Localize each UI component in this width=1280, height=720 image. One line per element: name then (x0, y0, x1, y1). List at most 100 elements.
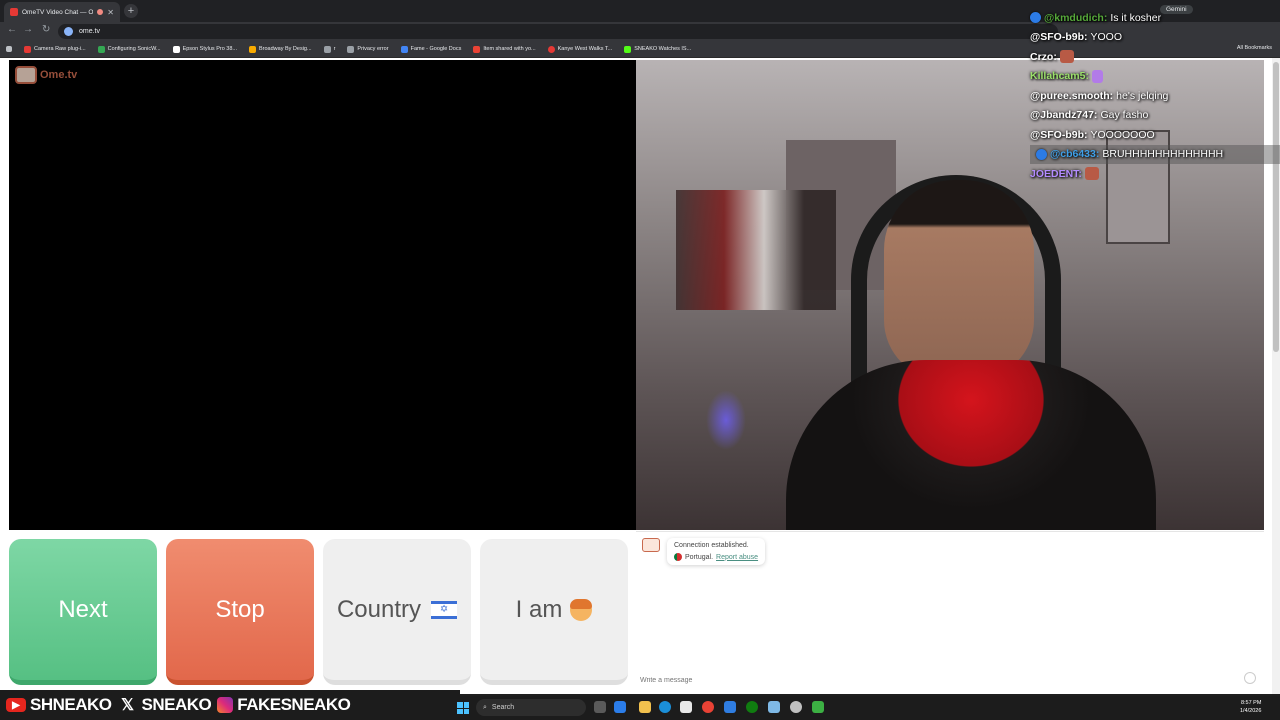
portugal-flag-icon (674, 553, 682, 561)
copilot-icon[interactable] (614, 701, 626, 713)
chat-text: BRUHHHHHHHHHHHHH (1102, 148, 1224, 161)
chat-message: @puree.smooth: he's jelqing (1030, 86, 1280, 106)
bookmark-item[interactable]: Kanye West Walks T... (547, 45, 612, 53)
tab-title: OmeTV Video Chat — Ome (22, 8, 94, 16)
person-torso (786, 360, 1156, 530)
bookmark-item[interactable]: Fame - Google Docs (400, 45, 461, 53)
gender-button[interactable]: I am (480, 539, 628, 685)
message-input[interactable] (638, 672, 1242, 688)
next-button[interactable]: Next (9, 539, 157, 685)
ometv-logo[interactable]: Ome.tv (15, 66, 77, 84)
reload-icon[interactable]: ↻ (42, 24, 50, 35)
blue-light (706, 390, 746, 450)
connection-notice: Connection established. Portugal. Report… (667, 538, 766, 565)
back-icon[interactable]: ← (7, 24, 17, 35)
new-tab-button[interactable]: + (124, 4, 138, 18)
taskbar-search[interactable]: ⌕ Search (476, 699, 586, 716)
chat-username: Killahcam5: (1030, 70, 1089, 83)
chat-message: @Jbandz747: Gay fasho (1030, 106, 1280, 126)
chat-message: Killahcam5: (1030, 67, 1280, 87)
bookmark-item[interactable]: Camera Raw plug-i... (24, 45, 86, 53)
stream-chat-overlay: @kmdudich: Is it kosher @SFO-b9b: YOOO Crzo:… (1030, 8, 1280, 184)
bookmark-item[interactable]: Item shared with yo... (473, 45, 536, 53)
xbox-icon[interactable] (746, 701, 758, 713)
bookmark-item[interactable]: Broadway By Desig... (248, 45, 312, 53)
chat-emote-icon (1091, 69, 1103, 83)
chat-username: @cb6433: (1050, 148, 1100, 161)
apps-icon[interactable] (6, 46, 12, 52)
app-icon[interactable] (724, 701, 736, 713)
tv-logo-icon (15, 66, 37, 84)
site-info-icon[interactable] (64, 27, 73, 36)
windows-start-icon[interactable] (457, 702, 469, 714)
bookmark-item[interactable]: SNEAKO Watches IS... (624, 45, 691, 53)
iam-label: I am (515, 595, 563, 623)
chat-username: @kmdudich: (1044, 11, 1108, 24)
bookmark-item[interactable]: Configuring SonicW... (97, 45, 161, 53)
task-view-icon[interactable] (594, 701, 606, 713)
edge-icon[interactable] (659, 701, 671, 713)
ometv-notice-icon (642, 538, 660, 552)
next-label: Next (58, 595, 108, 623)
country-button[interactable]: Country ✡ (323, 539, 471, 685)
bookmark-item[interactable]: r (323, 45, 335, 53)
chat-username: @puree.smooth: (1030, 89, 1114, 102)
taskbar-search-label: Search (491, 704, 515, 711)
partner-country: Portugal. (685, 553, 714, 561)
person-head (884, 180, 1034, 380)
url-text: ome.tv (79, 28, 101, 35)
bookmark-item[interactable]: Privacy error (347, 45, 389, 53)
instagram-handle: FAKESNEAKO (237, 695, 351, 714)
clock-date: 1/4/2026 (1240, 708, 1262, 714)
bookmark-item[interactable]: Epson Stylus Pro 38... (172, 45, 237, 53)
male-face-icon (570, 598, 593, 621)
chat-username: @SFO-b9b: (1030, 31, 1088, 44)
logo-text: Ome.tv (40, 69, 78, 81)
chat-username: JOEDENT: (1030, 167, 1082, 180)
chat-message: JOEDENT: (1030, 164, 1280, 184)
close-tab-icon[interactable]: ✕ (107, 8, 114, 17)
clock-time: 8:57 PM (1240, 700, 1262, 706)
app-icon[interactable] (768, 701, 780, 713)
recording-indicator-icon (97, 9, 104, 15)
chat-emote-icon (1059, 50, 1074, 64)
search-icon: ⌕ (483, 703, 487, 711)
file-explorer-icon[interactable] (639, 701, 651, 713)
app-icon[interactable] (812, 701, 824, 713)
chat-text: YOOO (1090, 31, 1122, 44)
chat-message: @cb6433: BRUHHHHHHHHHHHHH (1030, 144, 1280, 164)
clothing-rack (676, 190, 836, 310)
chat-text: YOOOOOOO (1090, 128, 1155, 141)
instagram-icon (217, 697, 234, 713)
chat-text: Gay fasho (1100, 109, 1149, 122)
country-label: Country (336, 595, 422, 623)
stop-button[interactable]: Stop (166, 539, 314, 685)
israel-flag-icon: ✡ (431, 600, 458, 619)
ometv-favicon-icon (10, 8, 18, 16)
chat-message: @SFO-b9b: YOOOOOOO (1030, 125, 1280, 145)
chat-message: @SFO-b9b: YOOO (1030, 28, 1280, 48)
taskbar-clock[interactable]: 8:57 PM 1/4/2026 (1240, 699, 1261, 715)
emoji-icon[interactable] (1244, 672, 1256, 684)
address-bar[interactable]: ome.tv (58, 24, 1058, 39)
chat-message: @kmdudich: Is it kosher (1030, 8, 1280, 28)
store-icon[interactable] (680, 701, 692, 713)
chat-text: Is it kosher (1110, 11, 1162, 24)
report-abuse-link[interactable]: Report abuse (716, 554, 758, 561)
chat-username: @SFO-b9b: (1030, 128, 1088, 141)
chat-username: @Jbandz747: (1030, 109, 1098, 122)
obs-icon[interactable] (790, 701, 802, 713)
stop-label: Stop (215, 595, 265, 623)
own-camera-video (9, 60, 636, 530)
chrome-icon[interactable] (702, 701, 714, 713)
chat-username: Crzo: (1030, 50, 1057, 63)
social-banner: ▶ SHNEAKO 𝕏 SNEAKO FAKESNEAKO (0, 690, 460, 720)
chat-text: he's jelqing (1116, 89, 1169, 102)
connection-status: Connection established. (674, 542, 749, 549)
chat-message: Crzo: (1030, 47, 1280, 67)
x-handle: SNEAKO (141, 695, 212, 714)
forward-icon[interactable]: → (23, 24, 33, 35)
user-badge-icon (1030, 12, 1041, 24)
youtube-icon: ▶ (6, 698, 26, 712)
browser-tab[interactable]: OmeTV Video Chat — Ome ✕ (4, 2, 120, 22)
